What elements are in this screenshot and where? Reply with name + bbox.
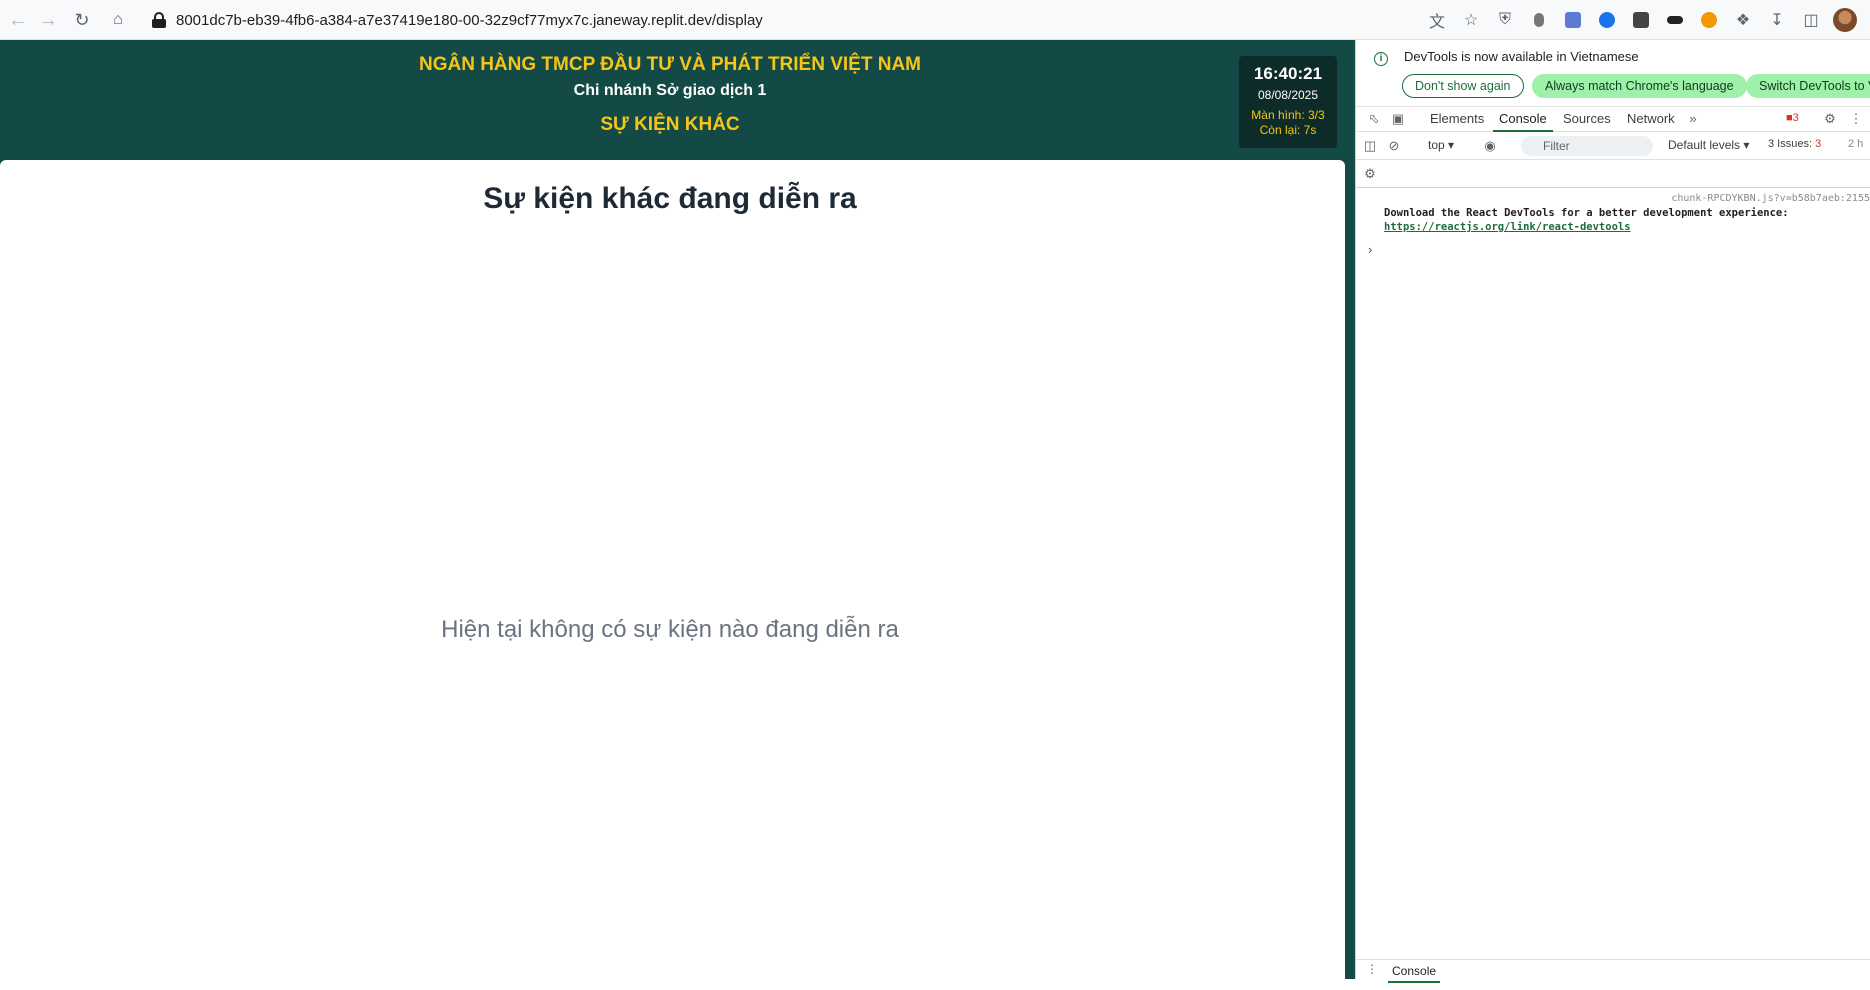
drawer-menu-icon[interactable]: ⋮ bbox=[1366, 962, 1378, 976]
avatar[interactable] bbox=[1830, 5, 1860, 35]
context-selector[interactable]: top ▾ bbox=[1428, 138, 1454, 152]
screen-indicator: Màn hình: 3/3 bbox=[1251, 108, 1325, 122]
page-title: Sự kiện khác đang diễn ra bbox=[483, 182, 857, 215]
language-notice: i DevTools is now available in Vietnames… bbox=[1356, 40, 1870, 106]
console-toolbar: ◫ ⊘ top ▾ ◉ Filter Default levels ▾ 3 Is… bbox=[1356, 132, 1870, 160]
home-icon[interactable]: ⌂ bbox=[100, 2, 136, 38]
more-tabs-icon[interactable]: » bbox=[1685, 111, 1701, 127]
hidden-count: 2 h bbox=[1848, 138, 1864, 150]
console-message-text: Download the React DevTools for a better… bbox=[1384, 207, 1789, 219]
bank-name: NGÂN HÀNG TMCP ĐẦU TƯ VÀ PHÁT TRIỂN VIỆT… bbox=[418, 54, 922, 75]
console-prompt[interactable]: › bbox=[1368, 242, 1372, 257]
log-levels-dropdown[interactable]: Default levels ▾ bbox=[1668, 138, 1749, 152]
lock-icon bbox=[152, 12, 166, 28]
reload-icon[interactable]: ↻ bbox=[64, 2, 100, 38]
download-icon[interactable]: ↧ bbox=[1762, 5, 1792, 35]
notice-text: DevTools is now available in Vietnamese bbox=[1404, 49, 1639, 64]
extension-4-icon[interactable] bbox=[1626, 5, 1656, 35]
extension-6-icon[interactable] bbox=[1694, 5, 1724, 35]
url-text: 8001dc7b-eb39-4fb6-a384-a7e37419e180-00-… bbox=[176, 11, 763, 29]
console-source-link[interactable]: chunk-RPCDYKBN.js?v=b58b7aeb:2155 bbox=[1671, 193, 1870, 204]
tab-elements[interactable]: Elements bbox=[1430, 111, 1484, 126]
settings-icon[interactable]: ⚙ bbox=[1822, 111, 1838, 127]
device-toolbar-icon[interactable]: ▣ bbox=[1390, 111, 1406, 127]
error-count-badge[interactable]: ■3 bbox=[1786, 112, 1799, 124]
browser-toolbar: ← → ↻ ⌂ 8001dc7b-eb39-4fb6-a384-a7e37419… bbox=[0, 0, 1870, 40]
devtools-drawer: ⋮ Console bbox=[1356, 959, 1870, 983]
page-header: NGÂN HÀNG TMCP ĐẦU TƯ VÀ PHÁT TRIỂN VIỆT… bbox=[0, 40, 1355, 160]
extension-5-icon[interactable] bbox=[1660, 5, 1690, 35]
sidebar-toggle-icon[interactable]: ◫ bbox=[1362, 138, 1378, 154]
tab-network[interactable]: Network bbox=[1627, 111, 1675, 126]
issues-label: 3 Issues: bbox=[1768, 138, 1813, 150]
branch-name: Chi nhánh Sở giao dịch 1 bbox=[573, 82, 767, 99]
extension-1-icon[interactable] bbox=[1524, 5, 1554, 35]
more-options-icon[interactable]: ⋮ bbox=[1848, 111, 1864, 127]
extension-icons: 文 ☆ ⛨ ❖ ↧ ◫ bbox=[1422, 0, 1860, 40]
clock-time: 16:40:21 bbox=[1253, 64, 1323, 83]
clock-panel: 16:40:21 08/08/2025 Màn hình: 3/3 Còn lạ… bbox=[1239, 56, 1337, 148]
forward-icon[interactable]: → bbox=[30, 2, 66, 38]
tab-sources[interactable]: Sources bbox=[1563, 111, 1611, 126]
eye-icon[interactable]: ◉ bbox=[1482, 138, 1498, 154]
empty-state-message: Hiện tại không có sự kiện nào đang diễn … bbox=[441, 616, 899, 643]
info-icon: i bbox=[1374, 52, 1388, 66]
address-bar[interactable]: 8001dc7b-eb39-4fb6-a384-a7e37419e180-00-… bbox=[140, 4, 1365, 36]
shield-icon[interactable]: ⛨ bbox=[1490, 5, 1520, 35]
context-label: top bbox=[1428, 138, 1445, 152]
inspect-icon[interactable]: ⬁ bbox=[1366, 111, 1382, 127]
devtools-panel: i DevTools is now available in Vietnames… bbox=[1355, 40, 1870, 983]
page-viewport: NGÂN HÀNG TMCP ĐẦU TƯ VÀ PHÁT TRIỂN VIỆT… bbox=[0, 40, 1355, 990]
section-title: SỰ KIỆN KHÁC bbox=[600, 114, 740, 135]
devtools-tabs: ⬁ ▣ Elements Console Sources Network » ■… bbox=[1356, 106, 1870, 132]
console-settings-row: ⚙ bbox=[1356, 160, 1870, 188]
extension-2-icon[interactable] bbox=[1558, 5, 1588, 35]
issues-count: 3 bbox=[1815, 138, 1822, 150]
puzzle-icon[interactable]: ❖ bbox=[1728, 5, 1758, 35]
filter-input[interactable]: Filter bbox=[1521, 136, 1653, 156]
console-settings-icon[interactable]: ⚙ bbox=[1362, 166, 1378, 182]
issues-button[interactable]: 3 Issues: 3 bbox=[1768, 138, 1821, 150]
filter-placeholder: Filter bbox=[1543, 139, 1570, 153]
content-card: Sự kiện khác đang diễn ra Hiện tại không… bbox=[0, 160, 1345, 990]
side-panel-icon[interactable]: ◫ bbox=[1796, 5, 1826, 35]
star-icon[interactable]: ☆ bbox=[1456, 5, 1486, 35]
drawer-tab-console[interactable]: Console bbox=[1387, 964, 1441, 983]
log-levels-label: Default levels bbox=[1668, 138, 1741, 152]
error-count: 3 bbox=[1792, 112, 1799, 124]
translate-icon[interactable]: 文 bbox=[1422, 5, 1452, 35]
tab-console[interactable]: Console bbox=[1493, 111, 1553, 132]
console-message: Download the React DevTools for a better… bbox=[1384, 206, 1789, 234]
clear-console-icon[interactable]: ⊘ bbox=[1386, 138, 1402, 154]
dont-show-again-button[interactable]: Don't show again bbox=[1402, 74, 1524, 98]
switch-language-button[interactable]: Switch DevTools to V bbox=[1746, 74, 1870, 98]
always-match-language-button[interactable]: Always match Chrome's language bbox=[1532, 74, 1747, 98]
clock-date: 08/08/2025 bbox=[1257, 88, 1319, 102]
countdown: Còn lại: 7s bbox=[1259, 123, 1317, 137]
extension-3-icon[interactable] bbox=[1592, 5, 1622, 35]
react-devtools-link[interactable]: https://reactjs.org/link/react-devtools bbox=[1384, 220, 1789, 234]
